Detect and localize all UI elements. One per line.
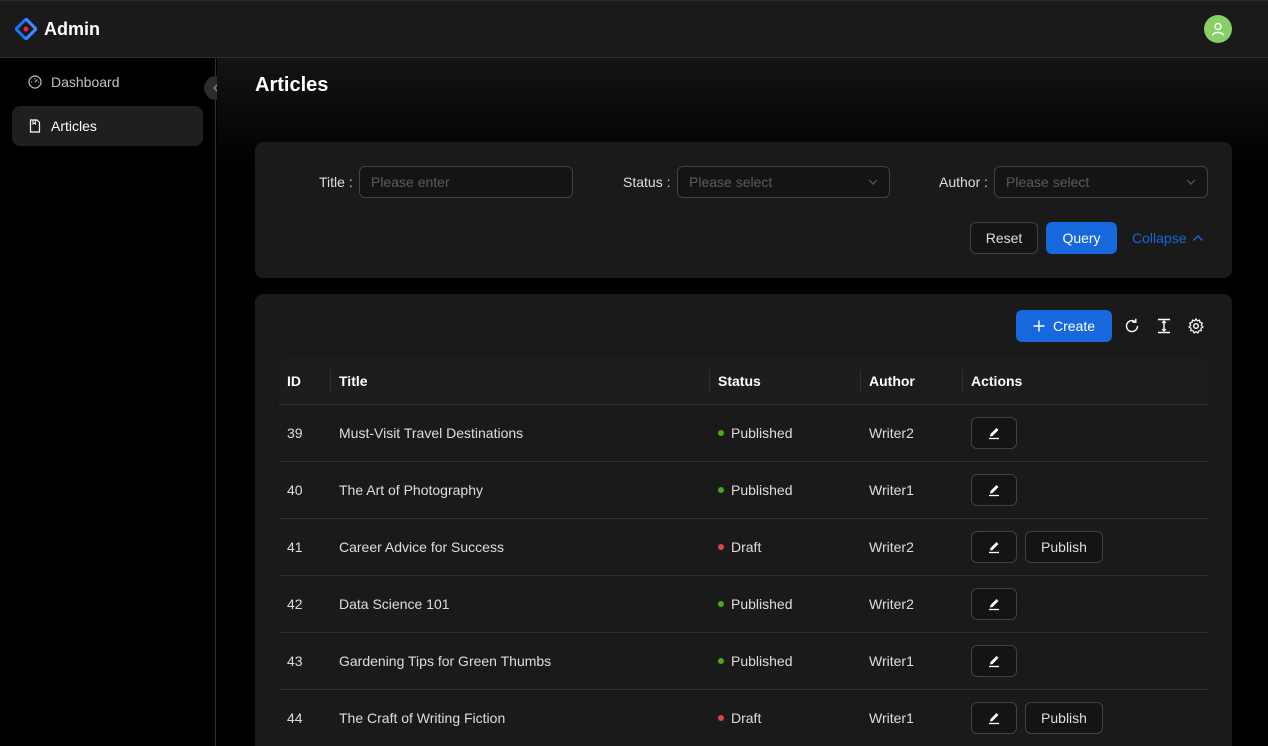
cell-author: Writer1 bbox=[869, 482, 914, 498]
chevron-up-icon bbox=[1193, 235, 1204, 241]
publish-button[interactable]: Publish bbox=[1025, 702, 1103, 734]
dashboard-icon bbox=[28, 75, 42, 89]
cell-title: The Art of Photography bbox=[339, 482, 483, 498]
query-button[interactable]: Query bbox=[1046, 222, 1117, 254]
collapse-link[interactable]: Collapse bbox=[1132, 230, 1204, 246]
cell-status: Published bbox=[718, 653, 793, 669]
plus-icon bbox=[1033, 320, 1045, 332]
cell-id: 42 bbox=[287, 596, 303, 612]
logo[interactable]: Admin bbox=[15, 18, 100, 40]
cell-author: Writer2 bbox=[869, 596, 914, 612]
avatar[interactable] bbox=[1204, 15, 1232, 43]
chevron-down-icon bbox=[868, 179, 878, 185]
cell-id: 44 bbox=[287, 710, 303, 726]
table-row: 40 The Art of Photography Published Writ… bbox=[279, 462, 1208, 519]
cell-author: Writer1 bbox=[869, 710, 914, 726]
column-header-title[interactable]: Title bbox=[339, 373, 368, 389]
sidebar-item-label: Dashboard bbox=[51, 74, 120, 90]
cell-author: Writer2 bbox=[869, 425, 914, 441]
edit-icon bbox=[989, 542, 999, 554]
status-dot bbox=[718, 430, 724, 437]
file-icon bbox=[29, 119, 41, 133]
page-title: Articles bbox=[255, 74, 329, 96]
reset-button[interactable]: Reset bbox=[970, 222, 1038, 254]
column-header-status[interactable]: Status bbox=[718, 373, 761, 389]
column-header-actions: Actions bbox=[971, 373, 1023, 389]
column-height-icon[interactable] bbox=[1155, 317, 1173, 335]
edit-icon bbox=[989, 713, 999, 725]
column-separator bbox=[709, 370, 710, 392]
column-header-id[interactable]: ID bbox=[287, 373, 301, 389]
cell-id: 43 bbox=[287, 653, 303, 669]
sidebar-item-articles[interactable]: Articles bbox=[12, 106, 203, 146]
top-header: Admin bbox=[0, 0, 1268, 58]
cell-title: Career Advice for Success bbox=[339, 539, 504, 555]
author-filter-label: Author : bbox=[939, 174, 989, 190]
edit-button[interactable] bbox=[971, 474, 1017, 506]
create-button[interactable]: Create bbox=[1016, 310, 1112, 342]
cell-status: Draft bbox=[718, 539, 761, 555]
status-filter-placeholder: Please select bbox=[689, 174, 773, 190]
cell-id: 41 bbox=[287, 539, 303, 555]
status-dot bbox=[718, 487, 724, 494]
edit-button[interactable] bbox=[971, 588, 1017, 620]
edit-button[interactable] bbox=[971, 531, 1017, 563]
author-filter-placeholder: Please select bbox=[1006, 174, 1090, 190]
sidebar-item-dashboard[interactable]: Dashboard bbox=[12, 62, 203, 102]
edit-icon bbox=[989, 599, 999, 611]
status-dot bbox=[718, 544, 724, 551]
cell-id: 39 bbox=[287, 425, 303, 441]
sidebar-item-label: Articles bbox=[51, 118, 97, 134]
edit-icon bbox=[989, 656, 999, 668]
cell-status: Published bbox=[718, 482, 793, 498]
status-filter-label: Status : bbox=[623, 174, 671, 190]
table-row: 44 The Craft of Writing Fiction Draft Wr… bbox=[279, 690, 1208, 746]
filter-card bbox=[255, 142, 1232, 278]
table-row: 41 Career Advice for Success Draft Write… bbox=[279, 519, 1208, 576]
cell-status: Published bbox=[718, 425, 793, 441]
edit-button[interactable] bbox=[971, 417, 1017, 449]
setting-icon[interactable] bbox=[1187, 317, 1205, 335]
cell-status: Draft bbox=[718, 710, 761, 726]
column-separator bbox=[860, 370, 861, 392]
status-filter-select[interactable]: Please select bbox=[677, 166, 890, 198]
edit-button[interactable] bbox=[971, 702, 1017, 734]
cell-author: Writer2 bbox=[869, 539, 914, 555]
table-row: 43 Gardening Tips for Green Thumbs Publi… bbox=[279, 633, 1208, 690]
cell-title: The Craft of Writing Fiction bbox=[339, 710, 506, 726]
table-header: ID Title Status Author Actions bbox=[279, 358, 1208, 405]
collapse-label: Collapse bbox=[1132, 230, 1187, 246]
status-dot bbox=[718, 658, 724, 665]
author-filter-select[interactable]: Please select bbox=[994, 166, 1208, 198]
create-label: Create bbox=[1052, 318, 1096, 334]
column-header-author[interactable]: Author bbox=[869, 373, 915, 389]
reload-icon[interactable] bbox=[1123, 317, 1141, 335]
column-separator bbox=[962, 370, 963, 392]
sidebar bbox=[0, 58, 216, 746]
table-row: 39 Must-Visit Travel Destinations Publis… bbox=[279, 405, 1208, 462]
diamond-logo-icon bbox=[15, 18, 37, 40]
cell-title: Gardening Tips for Green Thumbs bbox=[339, 653, 552, 669]
cell-title: Data Science 101 bbox=[339, 596, 450, 612]
cell-author: Writer1 bbox=[869, 653, 914, 669]
edit-icon bbox=[989, 428, 999, 440]
status-dot bbox=[718, 715, 724, 722]
publish-button[interactable]: Publish bbox=[1025, 531, 1103, 563]
app-title: Admin bbox=[44, 18, 100, 39]
edit-button[interactable] bbox=[971, 645, 1017, 677]
cell-title: Must-Visit Travel Destinations bbox=[339, 425, 524, 441]
cell-status: Published bbox=[718, 596, 793, 612]
status-dot bbox=[718, 601, 724, 608]
table-row: 42 Data Science 101 Published Writer2 bbox=[279, 576, 1208, 633]
edit-icon bbox=[989, 485, 999, 497]
title-filter-input[interactable]: Please enter bbox=[359, 166, 573, 198]
column-separator bbox=[330, 370, 331, 392]
title-filter-label: Title : bbox=[319, 174, 353, 190]
chevron-down-icon bbox=[1186, 179, 1196, 185]
user-icon bbox=[1211, 22, 1225, 36]
title-filter-placeholder: Please enter bbox=[371, 174, 450, 190]
cell-id: 40 bbox=[287, 482, 303, 498]
